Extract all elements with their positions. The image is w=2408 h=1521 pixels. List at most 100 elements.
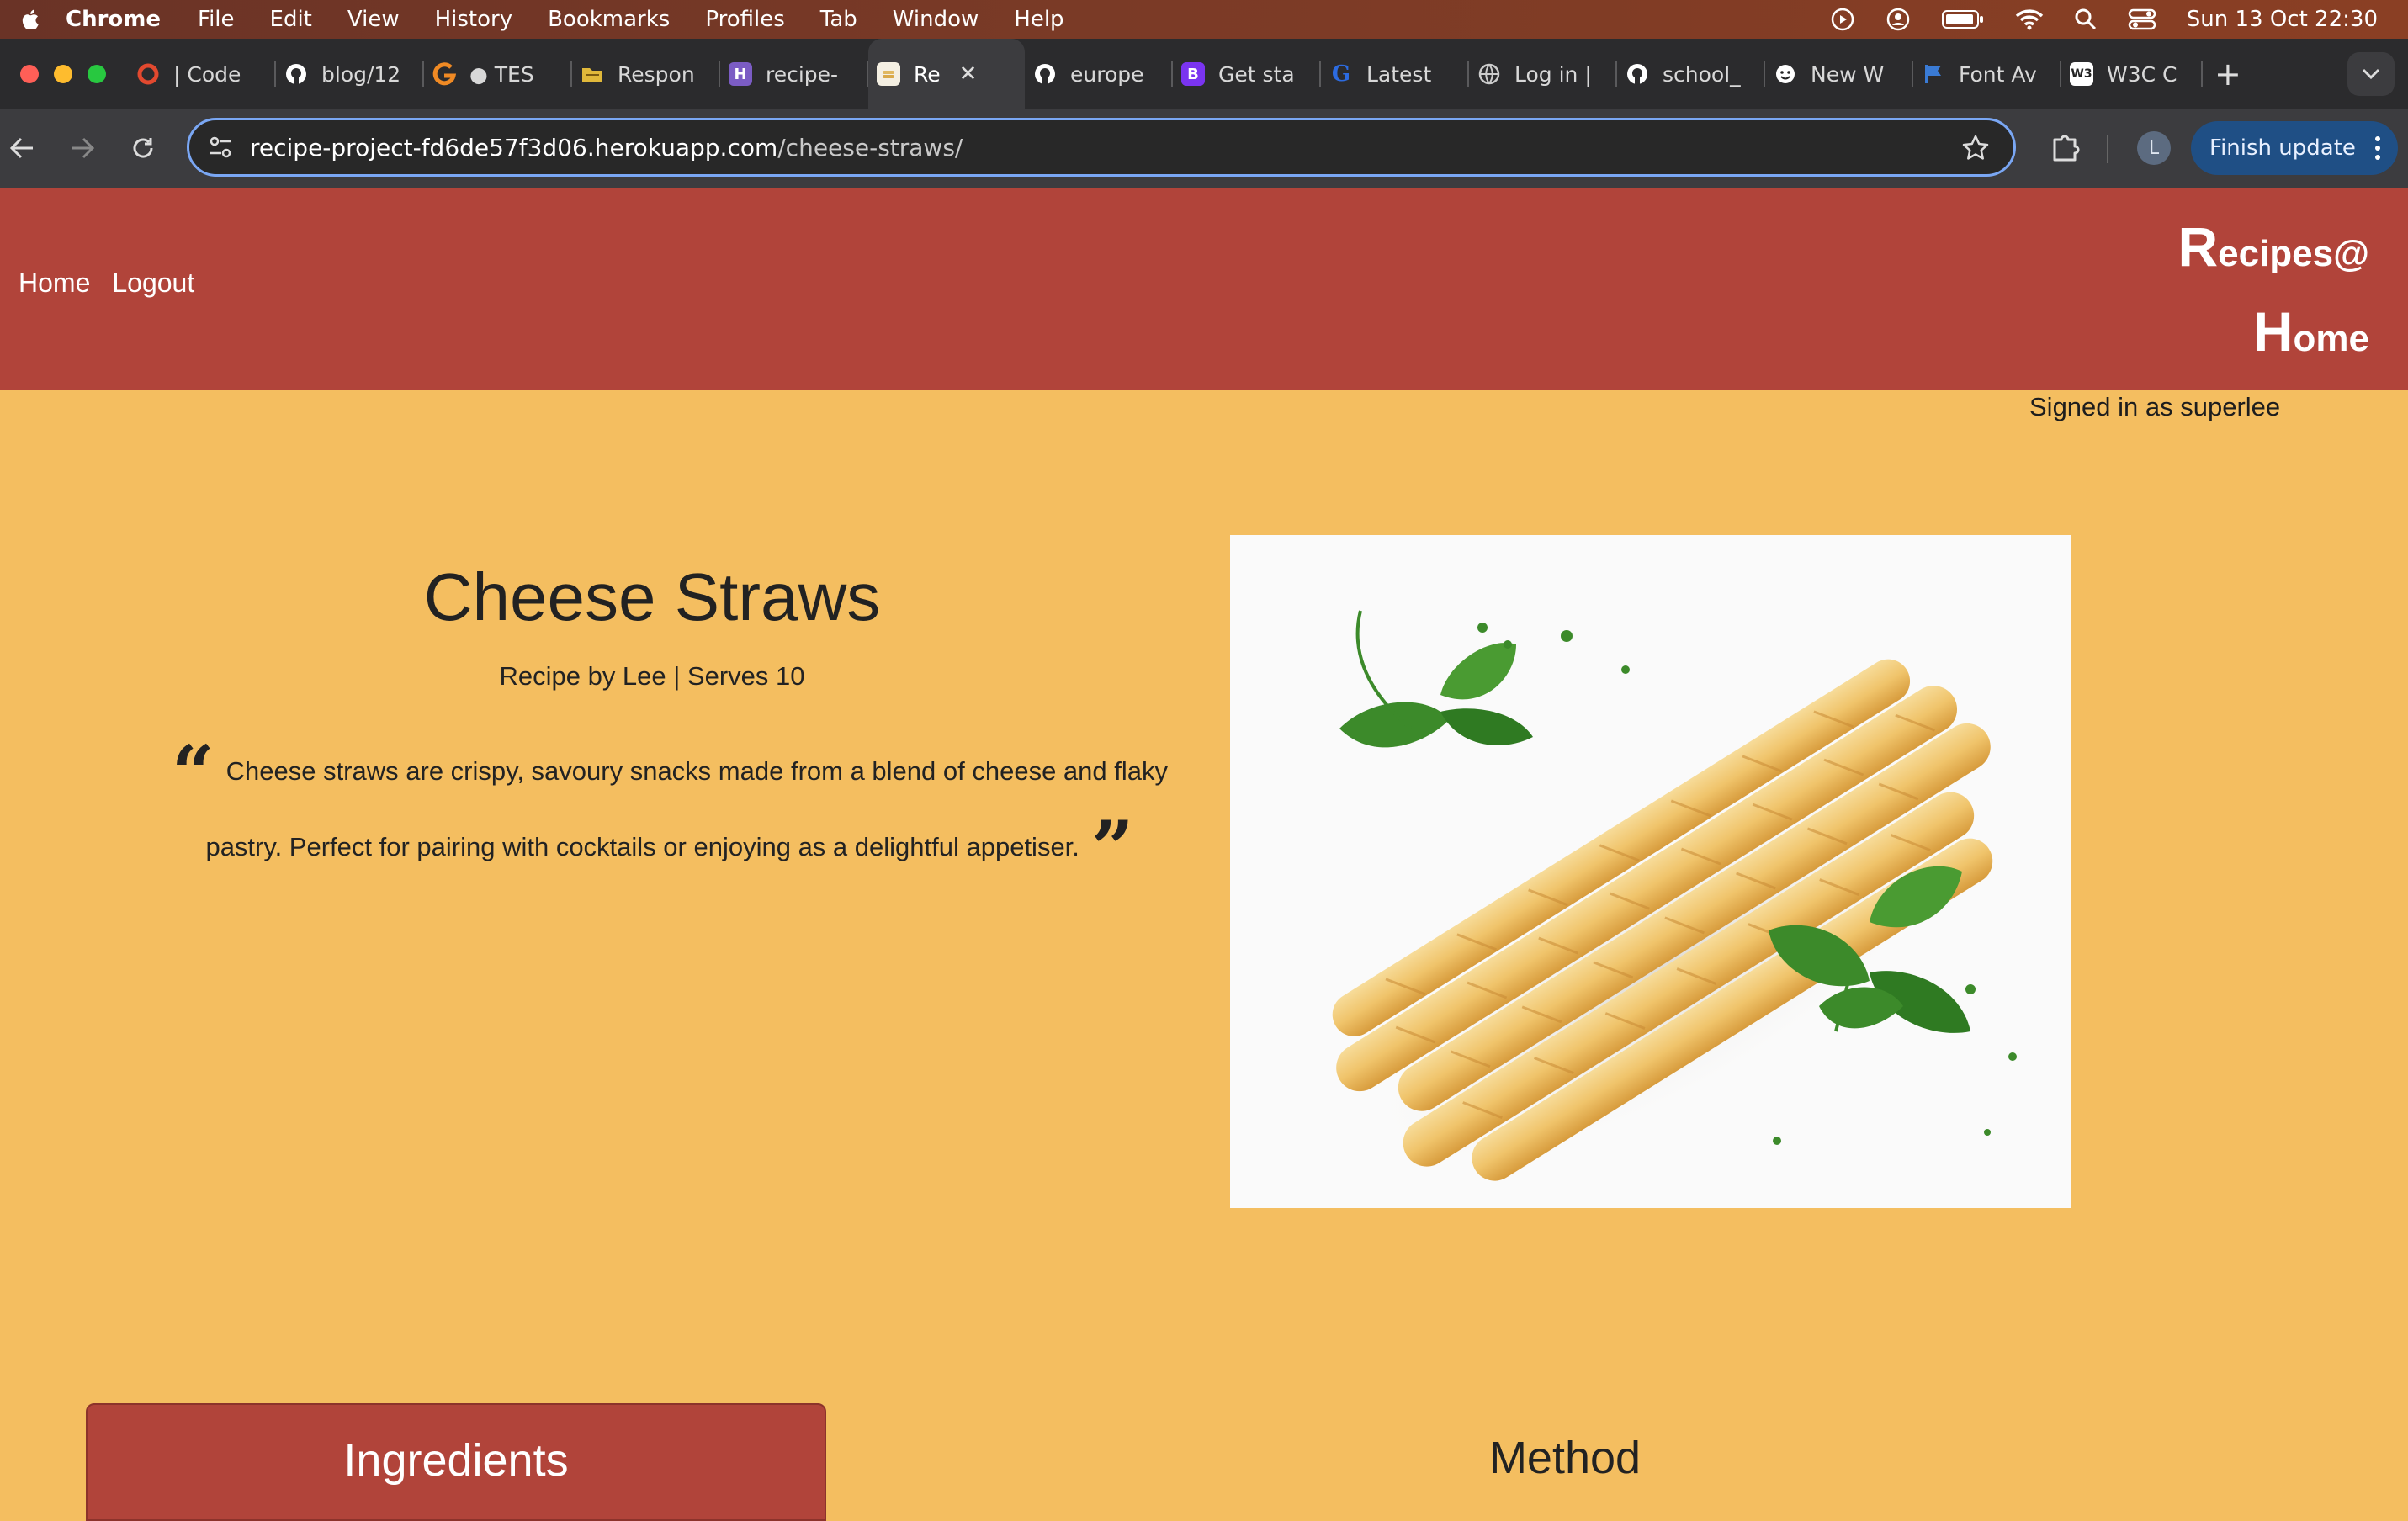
recipe-description: “Cheese straws are crispy, savoury snack… — [138, 734, 1201, 885]
close-tab-icon[interactable]: ✕ — [959, 61, 978, 87]
menu-tab[interactable]: Tab — [820, 7, 857, 32]
tab-title: New W — [1811, 61, 1885, 87]
tab-title: | Code — [173, 61, 241, 87]
window-controls — [20, 65, 106, 83]
github-icon — [1033, 62, 1057, 86]
menu-file[interactable]: File — [198, 7, 235, 32]
browser-tab[interactable]: H recipe- — [720, 39, 868, 109]
bookmark-star-icon[interactable] — [1961, 134, 1990, 162]
maximize-window-button[interactable] — [88, 65, 106, 83]
recipe-meta: Recipe by Lee | Serves 10 — [499, 661, 805, 691]
menu-bookmarks[interactable]: Bookmarks — [548, 7, 670, 32]
github-icon — [284, 62, 308, 86]
menu-window[interactable]: Window — [893, 7, 979, 32]
browser-toolbar: recipe-project-fd6de57f3d06.herokuapp.co… — [0, 109, 2408, 188]
menu-app-chrome[interactable]: Chrome — [66, 7, 161, 32]
tab-title: blog/12 — [321, 61, 401, 87]
tab-title: ● TES — [469, 61, 534, 87]
menu-view[interactable]: View — [347, 7, 400, 32]
profile-avatar[interactable]: L — [2137, 131, 2171, 165]
user-account-icon[interactable] — [1886, 7, 1911, 32]
site-info-icon[interactable] — [208, 136, 233, 158]
control-center-icon[interactable] — [2128, 8, 2156, 31]
browser-tab[interactable]: B Get sta — [1173, 39, 1321, 109]
reload-icon — [133, 138, 153, 158]
browser-tab[interactable]: Log in | — [1469, 39, 1617, 109]
site-header: Home Logout Recipes@ Home — [0, 188, 2408, 390]
bootstrap-icon: B — [1181, 62, 1205, 86]
browser-tab[interactable]: school_ — [1617, 39, 1765, 109]
recipe-title: Cheese Straws — [423, 559, 881, 634]
site-nav: Home Logout — [19, 268, 194, 299]
tab-title: Respon — [618, 61, 695, 87]
toolbar-divider — [2107, 135, 2108, 163]
wifi-icon[interactable] — [2015, 8, 2044, 31]
browser-tab[interactable]: Respon — [572, 39, 720, 109]
browser-tab[interactable]: New W — [1765, 39, 1913, 109]
arrow-left-icon — [9, 137, 33, 159]
menu-help[interactable]: Help — [1014, 7, 1063, 32]
cheese-straws-illustration — [1332, 610, 2017, 1181]
w3c-icon: W3 — [2070, 62, 2093, 86]
tab-title: Re — [914, 61, 941, 87]
browser-tab[interactable]: W3 W3C C — [2061, 39, 2203, 109]
quote-close-icon: ” — [1090, 804, 1134, 892]
apple-logo-icon[interactable] — [19, 7, 44, 32]
arrow-right-icon — [72, 137, 95, 159]
tab-search-button[interactable] — [2347, 52, 2395, 96]
tab-title: Font Av — [1959, 61, 2037, 87]
browser-tab[interactable]: Font Av — [1913, 39, 2061, 109]
nav-home-link[interactable]: Home — [19, 268, 90, 299]
menu-profiles[interactable]: Profiles — [705, 7, 784, 32]
circle-o-icon — [136, 62, 160, 86]
menu-clock[interactable]: Sun 13 Oct 22:30 — [2187, 7, 2378, 32]
tab-title: europe — [1070, 61, 1144, 87]
browser-tab[interactable]: blog/12 — [276, 39, 424, 109]
g-blue-icon: G — [1331, 61, 1351, 87]
battery-icon[interactable] — [1941, 8, 1985, 30]
g-icon — [432, 62, 456, 86]
site-logo[interactable]: Recipes@ Home — [2151, 205, 2369, 375]
logo-line-recipes: Recipes@ — [2177, 215, 2369, 278]
quote-open-icon: “ — [171, 729, 215, 816]
heroku-icon: H — [729, 62, 752, 86]
method-tab[interactable]: Method — [1195, 1403, 1935, 1513]
tab-title: Get sta — [1218, 61, 1295, 87]
tab-title: W3C C — [2107, 61, 2177, 87]
menu-status-area: Sun 13 Oct 22:30 — [1830, 0, 2378, 39]
url-text[interactable]: recipe-project-fd6de57f3d06.herokuapp.co… — [250, 134, 963, 162]
browser-tab-active[interactable]: Re ✕ — [868, 39, 1025, 109]
forward-button[interactable] — [64, 130, 101, 167]
globe-icon — [1477, 62, 1501, 86]
logo-line-home: Home — [2252, 300, 2369, 363]
menu-history[interactable]: History — [435, 7, 513, 32]
finish-update-button[interactable]: Finish update — [2191, 121, 2398, 175]
extensions-puzzle-icon[interactable] — [2050, 130, 2083, 163]
close-window-button[interactable] — [20, 65, 39, 83]
spotlight-search-icon[interactable] — [2074, 8, 2098, 31]
nav-logout-link[interactable]: Logout — [112, 268, 194, 299]
new-tab-button[interactable]: + — [2214, 56, 2241, 93]
signed-in-status: Signed in as superlee — [2029, 392, 2281, 421]
browser-tab[interactable]: europe — [1025, 39, 1173, 109]
minimize-window-button[interactable] — [54, 65, 72, 83]
recipe-description-text: Cheese straws are crispy, savoury snacks… — [205, 756, 1168, 861]
browser-tab[interactable]: G Latest — [1321, 39, 1469, 109]
recipe-favicon-icon — [877, 62, 900, 86]
back-button[interactable] — [3, 130, 40, 167]
recipe-image — [1230, 535, 2071, 1208]
menu-edit[interactable]: Edit — [270, 7, 312, 32]
address-bar[interactable]: recipe-project-fd6de57f3d06.herokuapp.co… — [187, 118, 2016, 177]
smiley-icon — [1774, 62, 1797, 86]
ingredients-tab[interactable]: Ingredients — [86, 1403, 826, 1521]
macos-menu-bar: Chrome File Edit View History Bookmarks … — [0, 0, 2408, 39]
kebab-menu-icon[interactable] — [2374, 135, 2381, 162]
browser-tab[interactable]: | Code — [128, 39, 276, 109]
browser-tab[interactable]: ● TES — [424, 39, 572, 109]
tab-title: recipe- — [766, 61, 839, 87]
url-host: recipe-project-fd6de57f3d06.herokuapp.co… — [250, 133, 778, 162]
chevron-down-icon — [2362, 68, 2380, 80]
reload-button[interactable] — [125, 130, 162, 167]
play-circle-icon[interactable] — [1830, 7, 1855, 32]
tab-title: Latest — [1366, 61, 1432, 87]
